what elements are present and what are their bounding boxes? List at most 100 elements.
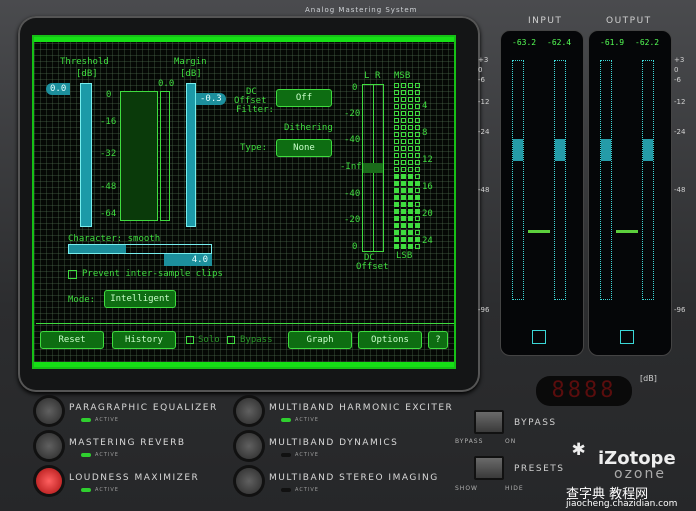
dc-offset-filter-button[interactable]: Off xyxy=(276,89,332,107)
bit-cell xyxy=(394,195,399,200)
input-link-icon[interactable] xyxy=(532,330,546,344)
presets-right-label: HIDE xyxy=(505,485,524,492)
output-scale-label: 0 xyxy=(674,66,679,74)
presets-label: PRESETS xyxy=(514,464,565,474)
bit-label-8: 8 xyxy=(422,128,428,138)
module-button[interactable] xyxy=(236,398,262,424)
module-label[interactable]: MULTIBAND HARMONIC EXCITER xyxy=(269,403,453,413)
bit-cell xyxy=(415,97,420,102)
bit-cell xyxy=(415,223,420,228)
module-button[interactable] xyxy=(236,468,262,494)
threshold-slider[interactable] xyxy=(80,83,92,227)
dc-channel-r: R xyxy=(375,71,381,81)
bit-cell xyxy=(408,83,413,88)
bit-cell xyxy=(394,181,399,186)
bit-cell xyxy=(401,139,406,144)
module-button[interactable] xyxy=(36,398,62,424)
module-label[interactable]: LOUDNESS MAXIMIZER xyxy=(69,473,199,483)
lsb-label: LSB xyxy=(396,251,413,261)
output-right-meter xyxy=(642,60,654,300)
module-label[interactable]: MASTERING REVERB xyxy=(69,438,186,448)
bypass-toggle[interactable] xyxy=(474,410,504,434)
bit-cell xyxy=(415,181,420,186)
mode-button[interactable]: Intelligent xyxy=(104,290,176,308)
bit-cell xyxy=(394,90,399,95)
msb-label: MSB xyxy=(394,71,411,81)
dc-scale-3: -Inf xyxy=(340,162,362,172)
dc-offset-meter xyxy=(362,84,384,252)
bit-cell xyxy=(394,216,399,221)
bit-cell xyxy=(408,132,413,137)
bit-cell xyxy=(415,90,420,95)
input-scale-label: -6 xyxy=(478,76,485,84)
product-logo: ozone xyxy=(614,466,666,482)
input-rms-marker xyxy=(528,230,550,233)
bit-cell xyxy=(415,118,420,123)
bit-cell xyxy=(408,146,413,151)
bit-cell xyxy=(415,209,420,214)
bit-cell xyxy=(401,118,406,123)
reset-button[interactable]: Reset xyxy=(40,331,104,349)
bit-cell xyxy=(401,244,406,249)
solo-checkbox[interactable] xyxy=(186,336,194,344)
bit-cell xyxy=(408,125,413,130)
bit-cell xyxy=(415,202,420,207)
module-label[interactable]: MULTIBAND STEREO IMAGING xyxy=(269,473,439,483)
presets-toggle[interactable] xyxy=(474,456,504,480)
izotope-logo-icon: ✱ xyxy=(572,436,586,461)
bit-cell xyxy=(394,125,399,130)
bit-cell xyxy=(408,160,413,165)
bit-cell xyxy=(401,104,406,109)
bit-cell xyxy=(401,97,406,102)
history-button[interactable]: History xyxy=(112,331,176,349)
gain-reduction-meter xyxy=(120,91,158,221)
bit-cell xyxy=(408,104,413,109)
bit-cell xyxy=(408,195,413,200)
bit-label-4: 4 xyxy=(422,101,428,111)
margin-value[interactable]: -0.3 xyxy=(196,93,226,105)
module-button[interactable] xyxy=(36,433,62,459)
module-button[interactable] xyxy=(236,433,262,459)
graph-button[interactable]: Graph xyxy=(288,331,352,349)
dither-type-button[interactable]: None xyxy=(276,139,332,157)
module-label[interactable]: PARAGRAPHIC EQUALIZER xyxy=(69,403,218,413)
dc-scale-6: 0 xyxy=(352,242,358,252)
output-link-icon[interactable] xyxy=(620,330,634,344)
bit-cell xyxy=(408,237,413,242)
bit-label-12: 12 xyxy=(422,155,433,165)
bypass-right-label: ON xyxy=(505,438,517,445)
presets-left-label: SHOW xyxy=(455,485,478,492)
options-button[interactable]: Options xyxy=(358,331,422,349)
bit-cell xyxy=(401,146,406,151)
bit-cell xyxy=(394,83,399,88)
bit-cell xyxy=(401,111,406,116)
dc-scale-2: -40 xyxy=(344,135,361,145)
gr-scale-64: -64 xyxy=(100,209,117,219)
bit-cell xyxy=(415,174,420,179)
input-scale-label: -48 xyxy=(478,186,490,194)
margin-slider[interactable] xyxy=(186,83,196,227)
dc-scale-1: -20 xyxy=(344,109,361,119)
module-button[interactable] xyxy=(36,468,62,494)
output-right-peak: -62.2 xyxy=(635,38,660,47)
character-slider[interactable] xyxy=(68,244,212,254)
module-label[interactable]: MULTIBAND DYNAMICS xyxy=(269,438,398,448)
prevent-clips-checkbox[interactable] xyxy=(68,270,77,279)
bypass-left-label: BYPASS xyxy=(455,438,484,445)
character-value: 4.0 xyxy=(164,254,212,266)
bypass-checkbox[interactable] xyxy=(227,336,235,344)
input-scale-label: -24 xyxy=(478,128,490,136)
bit-cell xyxy=(415,146,420,151)
prevent-clips-label: Prevent inter-sample clips xyxy=(82,269,223,279)
meter-unit: [dB] xyxy=(640,374,657,383)
bit-cell xyxy=(401,132,406,137)
threshold-value[interactable]: 0.0 xyxy=(46,83,71,95)
dc-footer-2: Offset xyxy=(356,262,389,272)
module-active-led xyxy=(81,418,91,422)
screen-top-bar xyxy=(34,37,454,42)
watermark-url: jiaocheng.chazidian.com xyxy=(566,499,678,509)
bit-cell xyxy=(394,132,399,137)
bit-cell xyxy=(408,181,413,186)
output-scale-label: -24 xyxy=(674,128,686,136)
help-button[interactable]: ? xyxy=(428,331,448,349)
